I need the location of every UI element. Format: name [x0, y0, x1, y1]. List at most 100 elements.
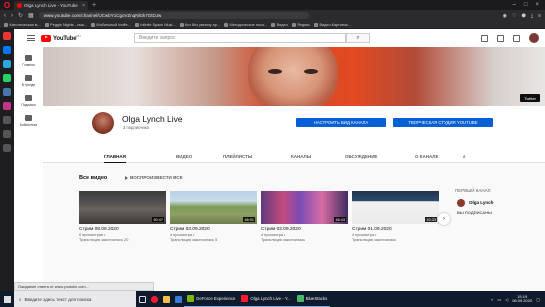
tab-channels[interactable]: КАНАЛЫ [291, 150, 311, 163]
opera-taskbar-icon[interactable] [148, 291, 160, 307]
vk-icon[interactable] [3, 88, 11, 96]
video-card[interactable]: 46:43 Стрим 02.09.2020 4 просмотра • Тра… [261, 191, 348, 242]
next-videos-chevron-icon[interactable]: › [438, 213, 450, 225]
video-thumbnail[interactable]: 50:47 [79, 191, 166, 224]
speed-dial-icon[interactable]: ▦ [28, 12, 34, 19]
notifications-bell-icon[interactable] [513, 34, 520, 42]
bookmark-item[interactable]: Видео [271, 22, 288, 27]
youtube-header: YouTubeRU Введите запрос ⌕ [14, 29, 545, 47]
settings-gear-icon[interactable] [3, 144, 11, 152]
clock-history-icon[interactable] [3, 116, 11, 124]
search-button[interactable]: ⌕ [346, 33, 370, 43]
video-card[interactable]: 40:33 Стрим 01.09.2020 4 просмотра • Тра… [352, 191, 439, 242]
customize-channel-button[interactable]: НАСТРОИТЬ ВИД КАНАЛА [296, 118, 386, 127]
close-window-icon[interactable]: × [535, 2, 539, 8]
bookmark-item[interactable]: Методическое посо... [224, 22, 267, 27]
section-title[interactable]: Все видео [79, 175, 107, 181]
sidebar-home-icon[interactable] [3, 32, 11, 40]
camera-icon[interactable]: ◉ [503, 13, 507, 19]
trending-icon [25, 75, 32, 81]
tab-close-icon[interactable]: × [82, 3, 85, 9]
youtube-favicon-icon [17, 3, 22, 8]
new-tab-icon[interactable]: + [92, 2, 96, 9]
taskbar-app[interactable]: BlueStacks [293, 291, 331, 307]
taskbar-app[interactable]: Olga Lynch Live - Y... [238, 291, 294, 307]
minimize-icon[interactable]: – [513, 2, 516, 8]
library-icon [25, 115, 32, 121]
bookmark-item[interactable]: Infinite Space Musi... [134, 22, 176, 27]
instagram-icon[interactable] [3, 102, 11, 110]
reload-icon[interactable]: ↻ [18, 12, 23, 19]
taskbar-search[interactable]: ⌕ Введите здесь текст для поиска [14, 291, 136, 307]
tab-videos[interactable]: ВИДЕО [176, 150, 192, 163]
clock[interactable]: 15:19 08.09.2020 [512, 294, 532, 304]
video-card[interactable]: 50:47 Стрим 08.09.2020 6 просмотров • Тр… [79, 191, 166, 242]
explorer-icon[interactable] [160, 291, 172, 307]
tab-playlists[interactable]: ПЛЕЙЛИСТЫ [223, 150, 252, 163]
bookmark-item[interactable]: Кот без умничу ар... [179, 22, 220, 27]
subscribed-button[interactable]: ВЫ ПОДПИСАНЫ [457, 210, 492, 215]
hamburger-menu-icon[interactable] [27, 35, 35, 41]
youtube-studio-button[interactable]: ТВОРЧЕСКАЯ СТУДИЯ YOUTUBE [393, 118, 493, 127]
volume-icon[interactable]: ◁ [505, 297, 508, 302]
tab-about[interactable]: О КАНАЛЕ [415, 150, 438, 163]
bookmark-item[interactable]: Яндекс [291, 22, 310, 27]
notifications-icon[interactable]: ▢ [536, 297, 540, 302]
channel-search-icon[interactable]: ⌕ [463, 150, 466, 163]
whatsapp-icon[interactable] [3, 74, 11, 82]
video-title[interactable]: Стрим 08.09.2020 [79, 227, 166, 232]
url-field[interactable]: www.youtube.com/channel/UCwbY1CgoVZnqNlG… [38, 12, 309, 19]
opera-sidebar [0, 29, 14, 291]
video-card[interactable]: 46:01 Стрим 03.09.2020 4 просмотра • Тра… [170, 191, 257, 242]
video-thumbnail[interactable]: 40:33 [352, 191, 439, 224]
video-title[interactable]: Стрим 02.09.2020 [261, 227, 348, 232]
download-icon[interactable]: ⤓ [531, 13, 533, 19]
system-tray: ˄ ▭ ◁ 15:19 08.09.2020 ▢ [491, 294, 545, 304]
forward-icon[interactable]: › [11, 13, 13, 19]
guide-item-library[interactable]: Библиотека [14, 115, 43, 127]
menu-icon[interactable]: ≡ [538, 13, 541, 19]
telegram-icon[interactable] [3, 60, 11, 68]
extensions-icon[interactable]: ⬢ [521, 13, 525, 19]
opera-logo-icon[interactable]: O [0, 0, 14, 10]
play-all-button[interactable]: ВОСПРОИЗВЕСТИ ВСЕ [125, 175, 183, 180]
network-icon[interactable]: ▭ [497, 297, 501, 302]
bluestacks-icon [296, 295, 304, 302]
video-thumbnail[interactable]: 46:01 [170, 191, 257, 224]
bookmark-item[interactable]: Католическая м... [4, 22, 41, 27]
task-view-icon[interactable] [136, 291, 148, 307]
heart-bookmarks-icon[interactable] [3, 130, 11, 138]
guide-item-home[interactable]: Главная [14, 55, 43, 67]
video-title[interactable]: Стрим 03.09.2020 [170, 227, 257, 232]
twitter-link[interactable]: Twitter [520, 94, 540, 102]
video-title[interactable]: Стрим 01.09.2020 [352, 227, 439, 232]
tab-discussion[interactable]: ОБСУЖДЕНИЕ [345, 150, 377, 163]
bookmark-heart-icon[interactable]: ♡ [512, 13, 516, 19]
apps-grid-icon[interactable] [497, 34, 504, 42]
featured-channel-name[interactable]: Olga Lynch [469, 200, 493, 205]
featured-channel-avatar[interactable] [457, 199, 465, 207]
bookmark-item[interactable]: Мобильный Inoffe... [90, 22, 131, 27]
youtube-logo[interactable]: YouTubeRU [41, 34, 81, 42]
tab-home[interactable]: ГЛАВНАЯ [104, 150, 126, 163]
maximize-icon[interactable]: □ [524, 2, 528, 8]
search-input[interactable]: Введите запрос [134, 33, 346, 43]
video-thumbnail[interactable]: 46:43 [261, 191, 348, 224]
bookmark-item[interactable]: Peggie Nights - сма... [44, 22, 87, 27]
guide-item-subscriptions[interactable]: Подписки [14, 95, 43, 107]
bookmark-item[interactable]: Видео.Картинок... [314, 22, 351, 27]
tray-chevron-icon[interactable]: ˄ [491, 297, 493, 302]
store-icon[interactable] [172, 291, 184, 307]
bookmark-favicon-icon [4, 22, 8, 27]
browser-tab-active[interactable]: Olga Lynch Live - YouTube × [14, 1, 88, 10]
play-icon [125, 175, 128, 180]
create-video-icon[interactable] [481, 34, 488, 42]
back-icon[interactable]: ‹ [4, 13, 6, 19]
channel-avatar[interactable] [92, 112, 114, 134]
start-button[interactable] [0, 291, 14, 307]
bookmark-favicon-icon [44, 22, 49, 27]
avatar[interactable] [529, 33, 539, 43]
guide-item-trending[interactable]: В тренде [14, 75, 43, 87]
messenger-icon[interactable] [3, 46, 11, 54]
taskbar-app[interactable]: GeForce Experience [184, 291, 239, 307]
